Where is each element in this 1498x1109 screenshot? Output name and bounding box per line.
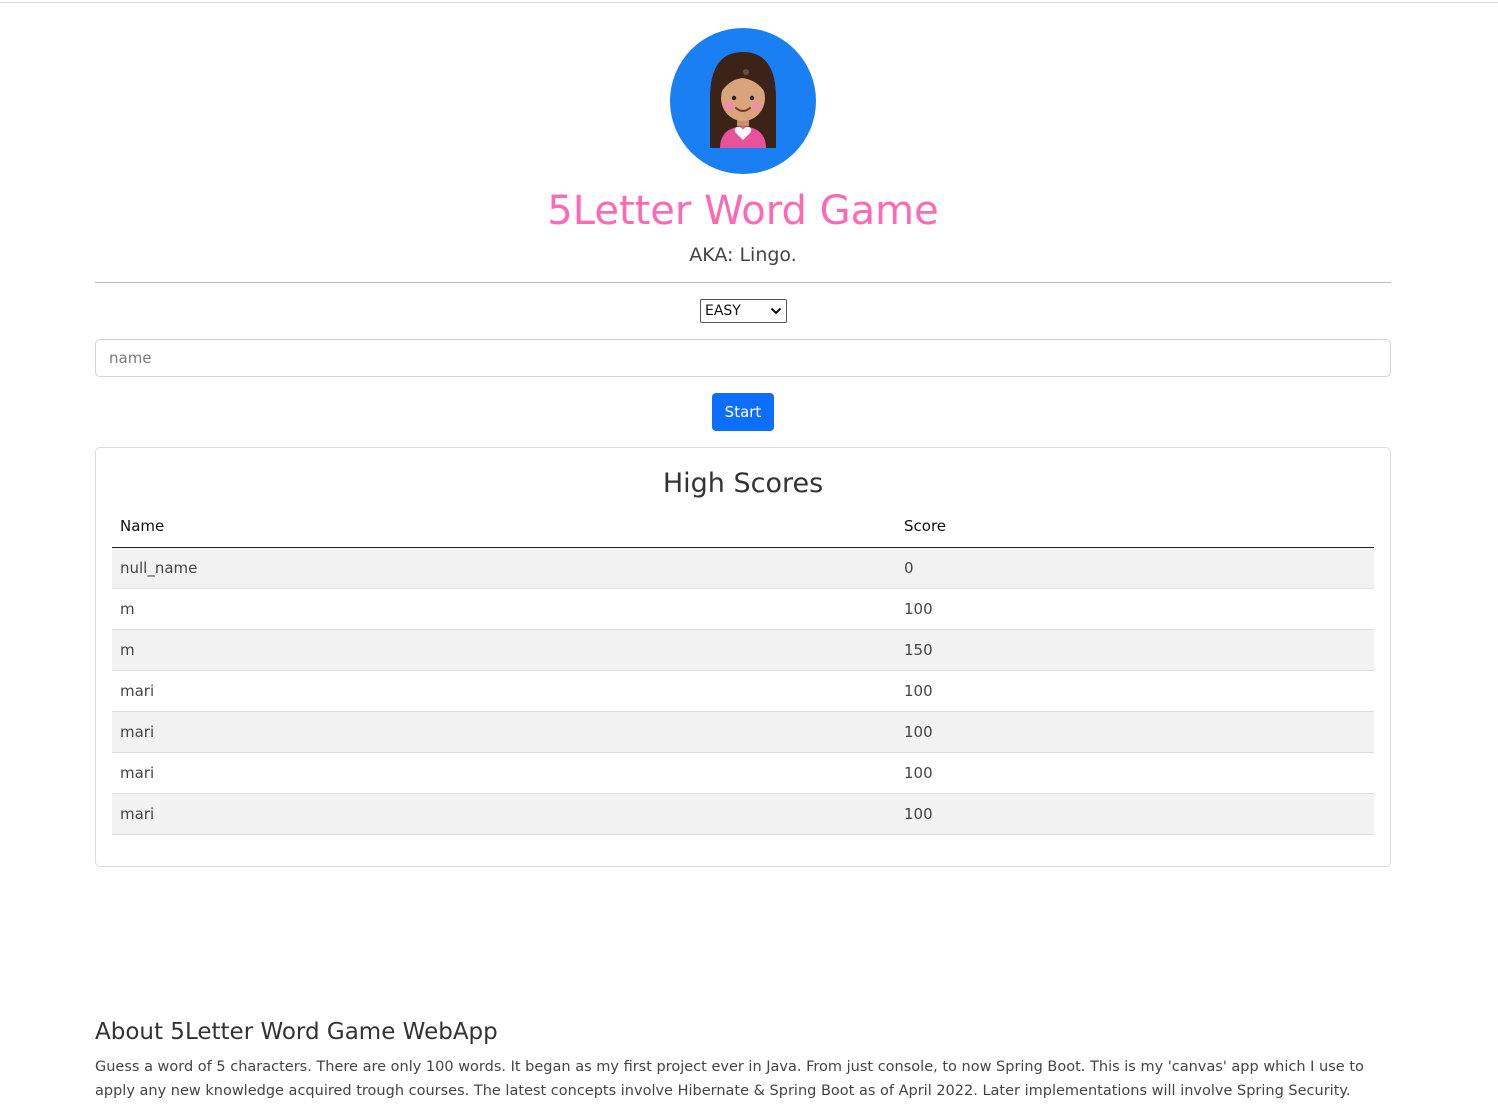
cell-score: 100 [896,752,1374,794]
cell-score: 100 [896,711,1374,753]
cell-name: m [112,629,896,671]
high-scores-table: Name Score null_name 0 m 100 m 150 mari … [112,506,1374,835]
about-title: About 5Letter Word Game WebApp [95,1019,498,1045]
cell-name: mari [112,752,896,794]
cell-score: 100 [896,793,1374,835]
cell-name: m [112,588,896,630]
column-header-score: Score [896,506,1374,548]
cell-name: mari [112,670,896,712]
table-header-row: Name Score [112,506,1374,548]
cell-score: 0 [896,547,1374,589]
divider [95,282,1391,283]
table-row: m 150 [112,629,1374,671]
name-input[interactable] [95,339,1391,377]
table-row: null_name 0 [112,547,1374,589]
chevron-down-icon [770,307,782,315]
top-border [0,2,1498,3]
cell-score: 150 [896,629,1374,671]
cell-name: mari [112,711,896,753]
high-scores-title: High Scores [662,468,824,499]
table-row: m 100 [112,588,1374,630]
cell-name: mari [112,793,896,835]
about-text: Guess a word of 5 characters. There are … [95,1059,1364,1099]
difficulty-select[interactable]: EASY [700,299,787,323]
cell-score: 100 [896,588,1374,630]
page-subtitle: AKA: Lingo. [689,244,797,266]
table-row: mari 100 [112,670,1374,712]
avatar [670,28,816,174]
table-row: mari 100 [112,752,1374,794]
start-button[interactable]: Start [712,393,774,431]
table-row: mari 100 [112,793,1374,835]
page-title: 5Letter Word Game [547,188,939,234]
cell-score: 100 [896,670,1374,712]
table-row: mari 100 [112,711,1374,753]
difficulty-select-value: EASY [705,303,741,319]
cell-name: null_name [112,547,896,589]
girl-avatar-icon [710,52,776,148]
column-header-name: Name [112,506,896,548]
high-scores-card: High Scores Name Score null_name 0 m 100… [95,447,1391,867]
